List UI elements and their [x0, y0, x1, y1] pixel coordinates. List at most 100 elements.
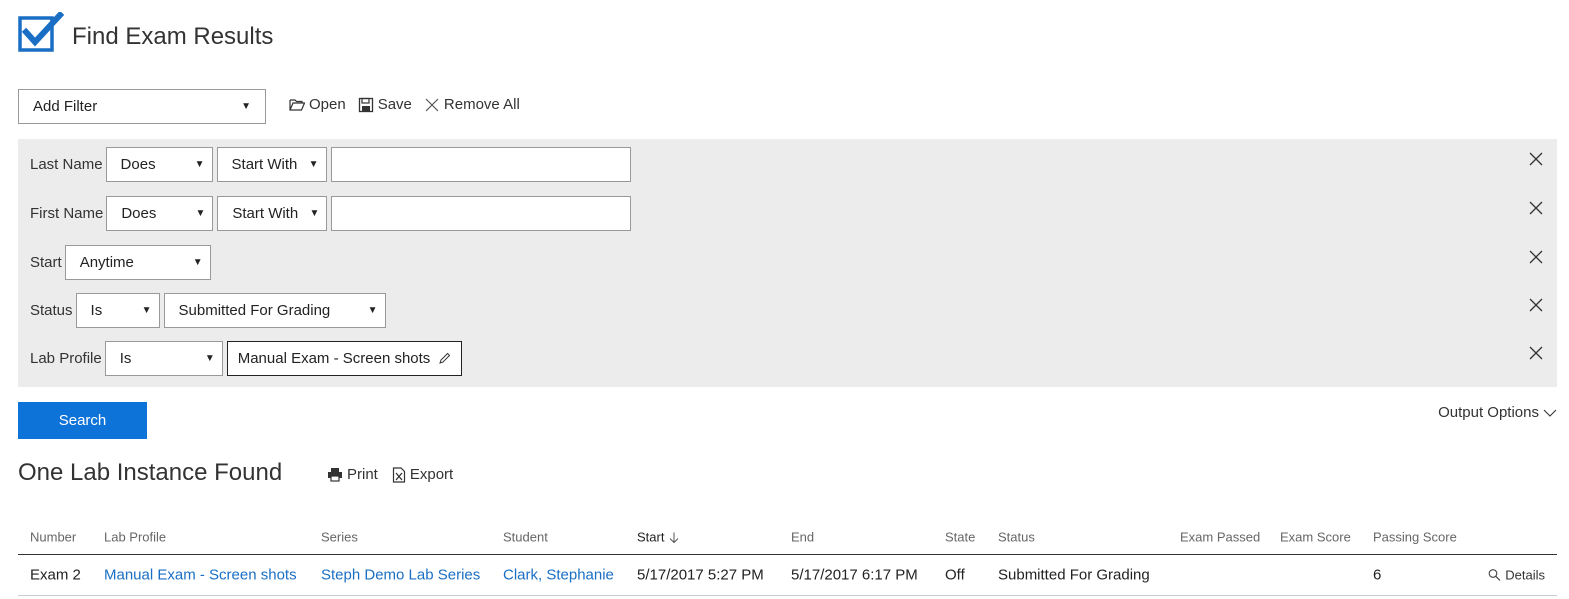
output-options-label: Output Options — [1438, 404, 1539, 421]
remove-filter-icon[interactable] — [1529, 298, 1543, 312]
filter-row-last-name: Last Name Does ▼ Start With ▼ — [30, 146, 631, 182]
cell-series-link[interactable]: Steph Demo Lab Series — [321, 567, 480, 584]
cell-start: 5/17/2017 5:27 PM — [637, 566, 764, 584]
column-header-state[interactable]: State — [945, 530, 975, 545]
filter-row-start: Start Anytime ▼ — [30, 244, 215, 280]
lab-profile-picker[interactable]: Manual Exam - Screen shots — [226, 340, 463, 376]
add-filter-value: Add Filter — [33, 98, 98, 115]
pencil-icon[interactable] — [438, 352, 451, 365]
condition-select[interactable]: Start With ▼ — [217, 195, 328, 231]
details-link[interactable]: Details — [1488, 568, 1545, 583]
output-options-toggle[interactable]: Output Options — [1438, 404, 1557, 421]
operator-value: Does — [120, 155, 156, 173]
column-header-status[interactable]: Status — [998, 530, 1035, 545]
cell-number: Exam 2 — [30, 566, 81, 584]
close-icon — [425, 98, 439, 111]
caret-down-icon: ▼ — [141, 304, 152, 316]
save-label: Save — [377, 96, 412, 113]
save-button[interactable]: Save — [358, 96, 412, 113]
lab-profile-value: Manual Exam - Screen shots — [237, 349, 431, 367]
filter-row-lab-profile: Lab Profile Is ▼ Manual Exam - Screen sh… — [30, 340, 463, 376]
filter-row-first-name: First Name Does ▼ Start With ▼ — [30, 195, 632, 231]
column-header-series[interactable]: Series — [321, 530, 358, 545]
print-label: Print — [347, 466, 378, 483]
column-header-lab-profile[interactable]: Lab Profile — [104, 530, 166, 545]
caret-down-icon: ▼ — [192, 256, 203, 268]
status-value: Submitted For Grading — [178, 301, 331, 319]
status-select[interactable]: Submitted For Grading ▼ — [163, 292, 386, 328]
open-label: Open — [309, 96, 346, 113]
details-label: Details — [1505, 567, 1545, 583]
condition-value: Start With — [232, 204, 299, 222]
column-header-student[interactable]: Student — [503, 530, 548, 545]
open-button[interactable]: Open — [289, 96, 346, 113]
search-icon — [1488, 569, 1501, 581]
operator-select[interactable]: Is ▼ — [75, 292, 160, 328]
remove-filter-icon[interactable] — [1529, 201, 1543, 215]
caret-down-icon: ▼ — [194, 158, 205, 170]
page-header: Find Exam Results — [18, 10, 274, 58]
filter-label: First Name — [30, 204, 104, 222]
add-filter-select[interactable]: Add Filter ▼ — [18, 89, 266, 124]
table-header: Number Lab Profile Series Student Start … — [18, 520, 1557, 555]
remove-filter-icon[interactable] — [1529, 250, 1543, 264]
first-name-input[interactable] — [331, 195, 632, 231]
operator-value: Is — [119, 349, 132, 367]
sort-down-arrow-icon — [670, 532, 679, 543]
chevron-down-icon — [1543, 409, 1557, 417]
caret-down-icon: ▼ — [204, 352, 215, 364]
cell-status: Submitted For Grading — [998, 566, 1150, 584]
results-table: Number Lab Profile Series Student Start … — [18, 520, 1557, 596]
results-title: One Lab Instance Found — [18, 459, 283, 486]
page-title: Find Exam Results — [72, 23, 274, 50]
export-button[interactable]: Export — [392, 466, 453, 483]
column-header-start[interactable]: Start — [637, 530, 679, 545]
print-button[interactable]: Print — [327, 466, 378, 483]
condition-select[interactable]: Start With ▼ — [216, 146, 327, 182]
filter-toolbar: Open Save Remove All — [289, 96, 520, 113]
operator-value: Does — [121, 204, 157, 222]
column-header-exam-passed[interactable]: Exam Passed — [1180, 530, 1260, 545]
cell-state: Off — [945, 566, 965, 584]
column-header-end[interactable]: End — [791, 530, 814, 545]
table-row: Exam 2 Manual Exam - Screen shots Steph … — [18, 555, 1557, 596]
cell-lab-profile-link[interactable]: Manual Exam - Screen shots — [104, 567, 297, 584]
floppy-disk-icon — [358, 97, 373, 112]
filter-label: Last Name — [30, 155, 103, 173]
start-range-value: Anytime — [79, 253, 134, 271]
filter-label: Lab Profile — [30, 349, 102, 367]
remove-filter-icon[interactable] — [1529, 152, 1543, 166]
cell-student-link[interactable]: Clark, Stephanie — [503, 567, 614, 584]
operator-value: Is — [90, 301, 103, 319]
export-label: Export — [409, 466, 454, 483]
column-header-exam-score[interactable]: Exam Score — [1280, 530, 1351, 545]
filter-panel: Last Name Does ▼ Start With ▼ First Name… — [18, 139, 1557, 387]
results-toolbar: Print Export — [327, 466, 453, 483]
excel-file-icon — [392, 466, 405, 483]
cell-passing-score: 6 — [1373, 566, 1382, 584]
caret-down-icon: ▼ — [309, 207, 320, 219]
cell-end: 5/17/2017 6:17 PM — [791, 566, 918, 584]
remove-all-button[interactable]: Remove All — [424, 96, 520, 113]
search-button[interactable]: Search — [18, 402, 147, 439]
operator-select[interactable]: Does ▼ — [105, 146, 213, 182]
last-name-input[interactable] — [330, 146, 631, 182]
column-header-passing-score[interactable]: Passing Score — [1373, 530, 1457, 545]
caret-down-icon: ▼ — [308, 158, 319, 170]
remove-filter-icon[interactable] — [1529, 346, 1543, 360]
operator-select[interactable]: Is ▼ — [104, 340, 223, 376]
caret-down-icon: ▼ — [367, 304, 378, 316]
printer-icon — [328, 468, 342, 482]
folder-open-icon — [289, 98, 305, 111]
remove-all-label: Remove All — [443, 96, 520, 113]
condition-value: Start With — [231, 155, 298, 173]
filter-row-status: Status Is ▼ Submitted For Grading ▼ — [30, 292, 390, 328]
start-range-select[interactable]: Anytime ▼ — [64, 244, 211, 280]
filter-label: Status — [30, 301, 73, 319]
operator-select[interactable]: Does ▼ — [106, 195, 214, 231]
column-header-number[interactable]: Number — [30, 530, 76, 545]
filter-label: Start — [30, 253, 62, 271]
column-header-start-label: Start — [637, 529, 665, 545]
caret-down-icon: ▼ — [195, 207, 206, 219]
caret-down-icon: ▼ — [241, 101, 251, 112]
